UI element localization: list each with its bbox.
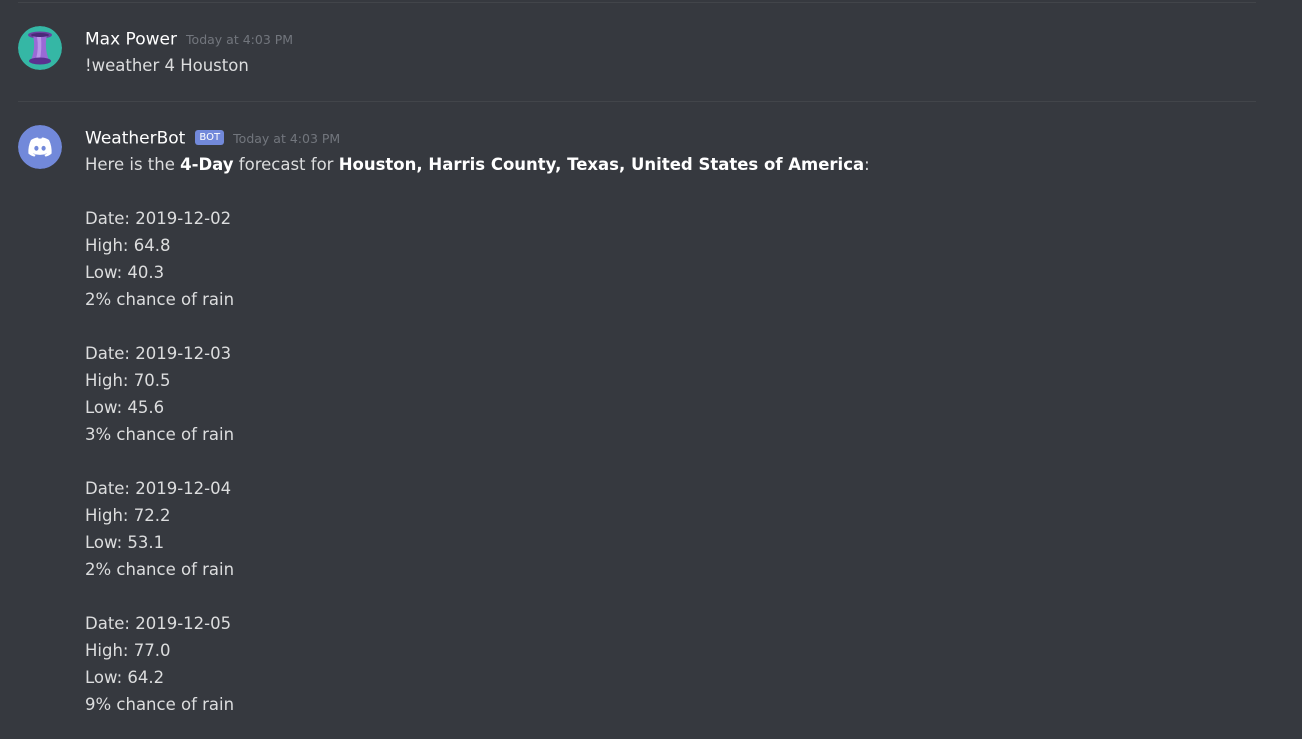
- top-hat-avatar-icon: [18, 26, 62, 70]
- forecast-low: Low: 45.6: [85, 398, 165, 417]
- forecast-high: High: 72.2: [85, 506, 171, 525]
- forecast-rain: 2% chance of rain: [85, 560, 235, 579]
- message-header: WeatherBot BOT Today at 4:03 PM: [85, 126, 340, 150]
- forecast-rain: 9% chance of rain: [85, 695, 235, 714]
- forecast-high: High: 70.5: [85, 371, 171, 390]
- user-avatar[interactable]: [18, 26, 62, 70]
- discord-logo-icon: [18, 125, 62, 169]
- forecast-low: Low: 64.2: [85, 668, 165, 687]
- forecast-high: High: 64.8: [85, 236, 171, 255]
- forecast-date: Date: 2019-12-03: [85, 344, 232, 363]
- forecast-rain: 3% chance of rain: [85, 425, 235, 444]
- timestamp[interactable]: Today at 4:03 PM: [186, 32, 293, 47]
- forecast-location: Houston, Harris County, Texas, United St…: [338, 155, 865, 174]
- forecast-date: Date: 2019-12-02: [85, 209, 232, 228]
- forecast-rain: 2% chance of rain: [85, 290, 235, 309]
- message-header: Max Power Today at 4:03 PM: [85, 27, 293, 51]
- chat-messages: Max Power Today at 4:03 PM !weather 4 Ho…: [0, 0, 1302, 739]
- message-divider: [18, 101, 1256, 102]
- forecast-day: Date: 2019-12-02 High: 64.8 Low: 40.3 2%…: [85, 205, 870, 313]
- message-content: !weather 4 Houston: [85, 52, 249, 79]
- forecast-day: Date: 2019-12-03 High: 70.5 Low: 45.6 3%…: [85, 340, 870, 448]
- forecast-low: Low: 53.1: [85, 533, 165, 552]
- message-text: !weather 4 Houston: [85, 56, 249, 75]
- intro-middle: forecast for: [233, 155, 339, 174]
- message-content: Here is the 4-Day forecast for Houston, …: [85, 151, 870, 718]
- message-divider: [18, 2, 1256, 3]
- forecast-duration: 4-Day: [180, 155, 234, 174]
- intro-suffix: :: [864, 155, 870, 174]
- forecast-date: Date: 2019-12-04: [85, 479, 232, 498]
- bot-tag: BOT: [195, 130, 225, 145]
- intro-prefix: Here is the: [85, 155, 181, 174]
- forecast-high: High: 77.0: [85, 641, 171, 660]
- timestamp[interactable]: Today at 4:03 PM: [233, 131, 340, 146]
- username[interactable]: WeatherBot: [85, 129, 185, 149]
- forecast-intro: Here is the 4-Day forecast for Houston, …: [85, 151, 870, 178]
- forecast-low: Low: 40.3: [85, 263, 165, 282]
- bot-avatar[interactable]: [18, 125, 62, 169]
- username[interactable]: Max Power: [85, 30, 177, 50]
- forecast-day: Date: 2019-12-04 High: 72.2 Low: 53.1 2%…: [85, 475, 870, 583]
- forecast-date: Date: 2019-12-05: [85, 614, 232, 633]
- forecast-day: Date: 2019-12-05 High: 77.0 Low: 64.2 9%…: [85, 610, 870, 718]
